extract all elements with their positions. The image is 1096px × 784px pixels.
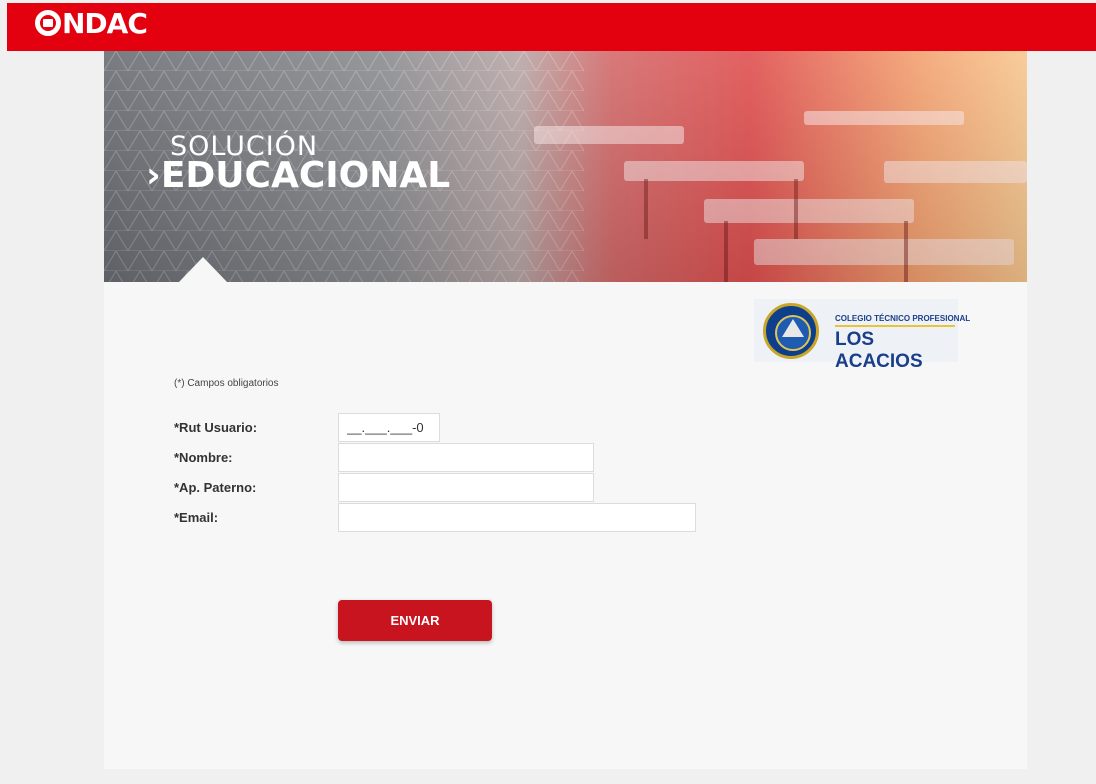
hero-banner: SOLUCIÓN ›EDUCACIONAL: [104, 51, 1027, 282]
logo-o-icon: [35, 10, 61, 36]
apellido-paterno-input[interactable]: [338, 473, 594, 502]
submit-button[interactable]: ENVIAR: [338, 600, 492, 641]
nombre-input[interactable]: [338, 443, 594, 472]
nombre-label: *Nombre:: [174, 450, 233, 465]
main-panel: SOLUCIÓN ›EDUCACIONAL COLEGIO TÉCNICO PR…: [104, 51, 1027, 769]
page-margin: [0, 0, 7, 784]
email-input[interactable]: [338, 503, 696, 532]
rut-label: *Rut Usuario:: [174, 420, 258, 435]
school-name: LOS ACACIOS: [835, 329, 923, 372]
banner-title-main: ›EDUCACIONAL: [146, 155, 451, 196]
required-fields-note: (*) Campos obligatorios: [174, 378, 279, 389]
apellido-paterno-label: *Ap. Paterno:: [174, 480, 257, 495]
logo-text: NDAC: [62, 7, 148, 40]
school-seal-icon: [763, 303, 819, 359]
email-label: *Email:: [174, 510, 219, 525]
school-divider: [835, 325, 955, 327]
school-subtitle: COLEGIO TÉCNICO PROFESIONAL: [835, 314, 971, 323]
banner-notch: [179, 257, 227, 282]
rut-input[interactable]: [338, 413, 440, 442]
school-logo: COLEGIO TÉCNICO PROFESIONAL LOS ACACIOS: [754, 299, 970, 372]
top-bar: NDAC: [7, 3, 1096, 51]
ondac-logo[interactable]: NDAC: [35, 7, 148, 40]
